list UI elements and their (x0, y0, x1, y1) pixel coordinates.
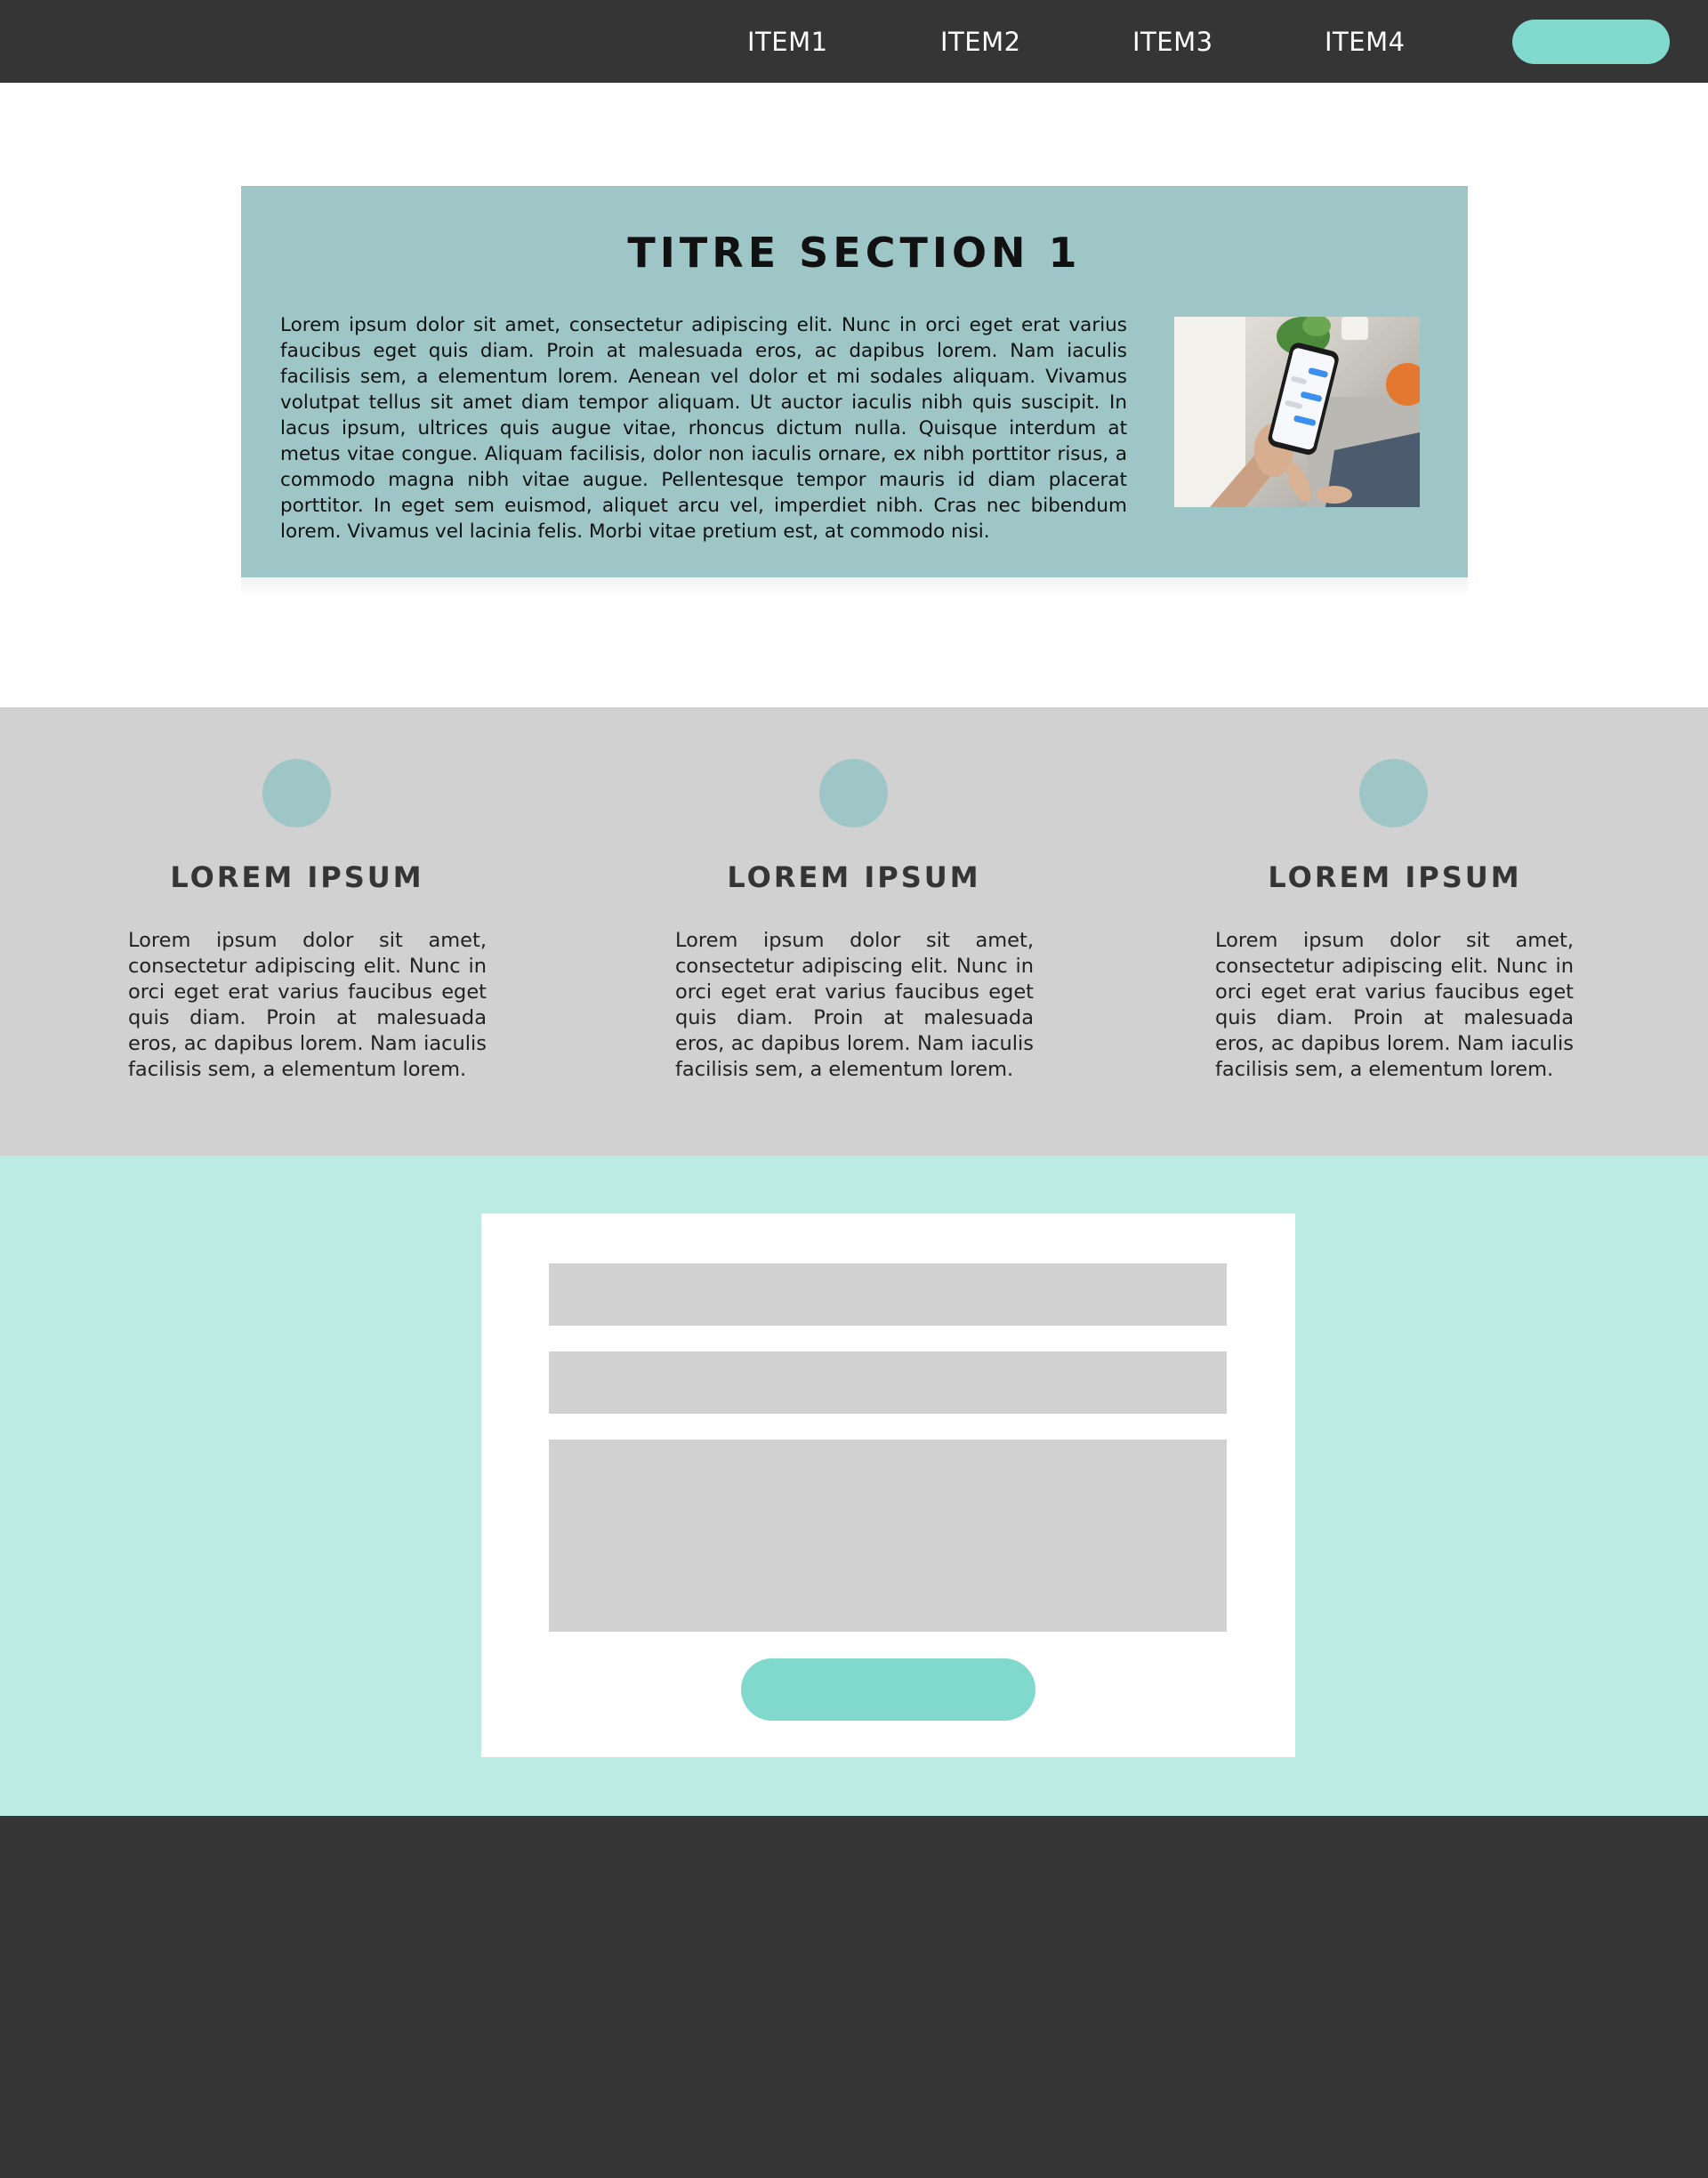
hand-holding-phone-photo (1174, 317, 1420, 507)
feature-column-1: LOREM IPSUM Lorem ipsum dolor sit amet, … (110, 707, 487, 1156)
features-section: LOREM IPSUM Lorem ipsum dolor sit amet, … (0, 707, 1708, 1156)
feature-column-2: LOREM IPSUM Lorem ipsum dolor sit amet, … (667, 707, 1041, 1156)
nav-item-2[interactable]: ITEM2 (940, 27, 1021, 57)
nav-item-4[interactable]: ITEM4 (1325, 27, 1406, 57)
feature-2-circle-icon (819, 759, 888, 827)
top-navbar: ITEM1 ITEM2 ITEM3 ITEM4 (0, 0, 1708, 83)
header-cta-button[interactable] (1512, 20, 1670, 64)
feature-2-title: LOREM IPSUM (727, 860, 981, 894)
feature-2-text: Lorem ipsum dolor sit amet, consectetur … (675, 929, 1034, 1081)
form-field-2[interactable] (549, 1351, 1227, 1414)
contact-section (0, 1156, 1708, 1816)
section-1-title: TITRE SECTION 1 (627, 229, 1082, 277)
contact-form (481, 1214, 1295, 1757)
nav-item-3[interactable]: ITEM3 (1132, 27, 1213, 57)
nav-item-1[interactable]: ITEM1 (747, 27, 828, 57)
section-1-shadow (241, 577, 1468, 599)
footer (0, 1816, 1708, 2178)
feature-3-title: LOREM IPSUM (1268, 860, 1522, 894)
feature-1-circle-icon (262, 759, 331, 827)
form-field-1[interactable] (549, 1263, 1227, 1326)
feature-1-title: LOREM IPSUM (170, 860, 424, 894)
form-submit-button[interactable] (741, 1658, 1035, 1721)
form-message-field[interactable] (549, 1440, 1227, 1632)
feature-3-text: Lorem ipsum dolor sit amet, consectetur … (1215, 929, 1574, 1081)
feature-column-3: LOREM IPSUM Lorem ipsum dolor sit amet, … (1208, 707, 1582, 1156)
feature-1-text: Lorem ipsum dolor sit amet, consectetur … (128, 929, 487, 1081)
section-1-text: Lorem ipsum dolor sit amet, consectetur … (280, 314, 1127, 543)
feature-3-circle-icon (1359, 759, 1428, 827)
section-1: TITRE SECTION 1 Lorem ipsum dolor sit am… (241, 186, 1468, 577)
